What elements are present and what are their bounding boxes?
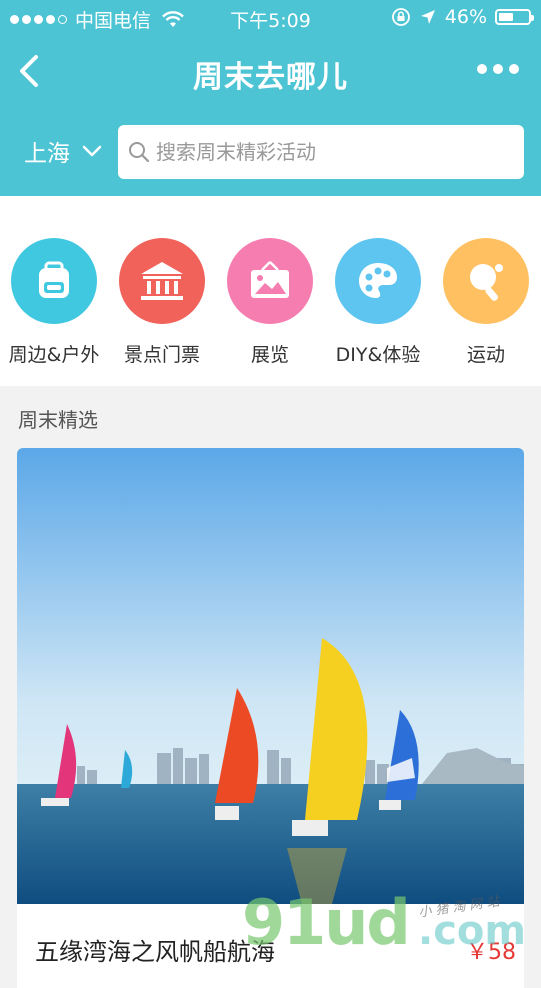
category-item-exhibition[interactable]: 展览 bbox=[216, 238, 324, 367]
category-item-outdoor[interactable]: 周边&户外 bbox=[0, 238, 108, 367]
more-options-icon[interactable] bbox=[477, 64, 519, 74]
nav-bar: 周末去哪儿 bbox=[0, 40, 541, 102]
palette-icon bbox=[335, 238, 421, 324]
backpack-icon bbox=[11, 238, 97, 324]
sailboat-photo bbox=[17, 448, 524, 904]
category-label: 景点门票 bbox=[123, 344, 200, 366]
category-item-tickets[interactable]: 景点门票 bbox=[108, 238, 216, 367]
category-grid: 周边&户外 景点门票 展览 DIY&体验 运动 bbox=[0, 196, 541, 386]
header: 中国电信 下午5:09 46% 周末去哪儿 上海 搜索周末精彩活动 bbox=[0, 0, 541, 196]
rotation-lock-icon bbox=[391, 8, 410, 26]
city-label: 上海 bbox=[24, 141, 70, 167]
category-label: 周边&户外 bbox=[8, 344, 100, 366]
category-label: 展览 bbox=[250, 344, 289, 366]
category-label: DIY&体验 bbox=[335, 344, 421, 366]
section-title: 周末精选 bbox=[18, 408, 98, 432]
search-icon bbox=[129, 142, 150, 163]
battery-percent: 46% bbox=[444, 6, 487, 28]
page-title: 周末去哪儿 bbox=[193, 60, 348, 95]
watermark-logo: 91ud bbox=[242, 886, 411, 959]
status-right: 46% bbox=[391, 6, 534, 28]
search-input[interactable] bbox=[154, 139, 498, 165]
battery-icon bbox=[495, 9, 534, 25]
city-search-bar: 上海 bbox=[0, 124, 541, 180]
category-item-diy[interactable]: DIY&体验 bbox=[324, 238, 432, 367]
location-arrow-icon bbox=[420, 10, 435, 24]
search-box[interactable] bbox=[118, 125, 524, 179]
status-bar: 中国电信 下午5:09 46% bbox=[0, 0, 541, 34]
picture-icon bbox=[227, 238, 313, 324]
activity-name: 五缘湾海之风帆船航海 bbox=[35, 938, 275, 966]
temple-icon bbox=[119, 238, 205, 324]
chevron-down-icon bbox=[82, 145, 102, 157]
category-item-sports[interactable]: 运动 bbox=[432, 238, 540, 367]
ping-pong-icon bbox=[443, 238, 529, 324]
city-selector[interactable]: 上海 bbox=[24, 134, 102, 168]
category-label: 运动 bbox=[466, 344, 505, 366]
